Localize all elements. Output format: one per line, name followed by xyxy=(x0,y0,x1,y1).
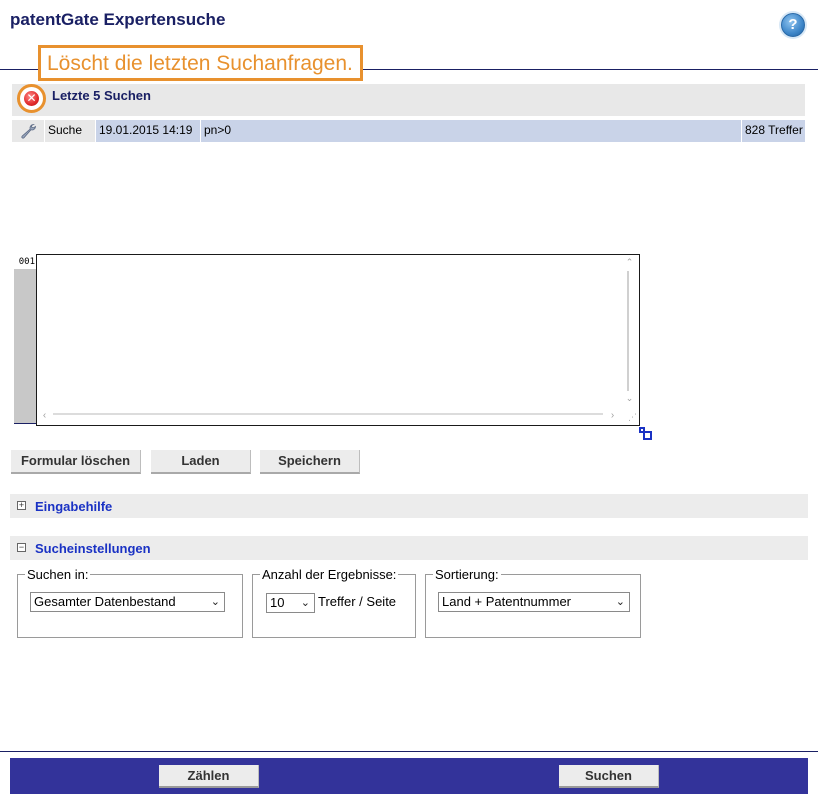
section-search-settings-label[interactable]: Sucheinstellungen xyxy=(35,541,151,556)
chevron-down-icon: ⌄ xyxy=(615,596,625,608)
query-editor[interactable]: ⌃ ⌄ ‹ › ⋰ xyxy=(36,254,640,426)
line-number-gutter: 001 xyxy=(14,255,36,424)
resize-grip-icon[interactable]: ⋰ xyxy=(625,411,637,423)
section-input-help[interactable]: + Eingabehilfe xyxy=(10,494,808,518)
vertical-scrollbar[interactable]: ⌃ ⌄ xyxy=(622,257,637,407)
scroll-left-icon[interactable]: ‹ xyxy=(39,410,50,421)
search-source-value: Gesamter Datenbestand xyxy=(34,594,176,609)
close-icon: ✕ xyxy=(24,91,39,106)
wrench-icon[interactable] xyxy=(20,123,36,139)
sort-group: Sortierung: Land + Patentnummer ⌄ xyxy=(425,567,641,638)
results-count-legend: Anzahl der Ergebnisse: xyxy=(260,567,399,582)
footer-divider xyxy=(0,751,818,752)
collapse-icon[interactable]: − xyxy=(17,543,26,552)
sort-select[interactable]: Land + Patentnummer ⌄ xyxy=(438,592,630,612)
recent-search-row[interactable]: Suche 19.01.2015 14:19 pn>0 828 Treffer xyxy=(12,120,805,142)
section-input-help-label[interactable]: Eingabehilfe xyxy=(35,499,112,514)
sort-value: Land + Patentnummer xyxy=(442,594,571,609)
app-title: patentGate Expertensuche xyxy=(10,10,226,29)
recent-searches-title: Letzte 5 Suchen xyxy=(52,88,151,103)
search-in-group: Suchen in: Gesamter Datenbestand ⌄ xyxy=(17,567,243,638)
expand-icon[interactable]: + xyxy=(17,501,26,510)
row-tool-cell xyxy=(12,120,44,142)
search-in-legend: Suchen in: xyxy=(25,567,91,582)
scroll-up-icon[interactable]: ⌃ xyxy=(624,257,635,268)
row-date[interactable]: 19.01.2015 14:19 xyxy=(96,120,200,142)
scroll-right-icon[interactable]: › xyxy=(607,410,618,421)
search-button[interactable]: Suchen xyxy=(559,765,659,788)
chevron-down-icon: ⌄ xyxy=(210,596,220,608)
results-count-group: Anzahl der Ergebnisse: 10 ⌄ Treffer / Se… xyxy=(252,567,416,638)
chevron-down-icon: ⌄ xyxy=(300,597,310,609)
resize-handle-icon[interactable] xyxy=(639,427,652,440)
vertical-scroll-thumb[interactable] xyxy=(627,271,629,391)
line-number: 001 xyxy=(14,255,36,269)
horizontal-scrollbar[interactable]: ‹ › xyxy=(39,408,621,423)
clear-form-button[interactable]: Formular löschen xyxy=(11,450,141,474)
scroll-down-icon[interactable]: ⌄ xyxy=(624,393,635,404)
help-icon[interactable]: ? xyxy=(781,13,805,37)
load-button[interactable]: Laden xyxy=(151,450,251,474)
results-per-page-label: Treffer / Seite xyxy=(318,594,397,609)
footer-bar: Zählen Suchen xyxy=(10,758,808,794)
tooltip: Löscht die letzten Suchanfragen. xyxy=(38,45,363,81)
results-count-value: 10 xyxy=(270,595,285,610)
delete-history-icon[interactable]: ✕ xyxy=(17,84,46,113)
search-source-select[interactable]: Gesamter Datenbestand ⌄ xyxy=(30,592,225,612)
row-query[interactable]: pn>0 xyxy=(201,120,741,142)
row-name[interactable]: Suche xyxy=(45,120,95,142)
row-hits[interactable]: 828 Treffer xyxy=(742,120,805,142)
save-button[interactable]: Speichern xyxy=(260,450,360,474)
count-button[interactable]: Zählen xyxy=(159,765,259,788)
sort-legend: Sortierung: xyxy=(433,567,501,582)
horizontal-scroll-thumb[interactable] xyxy=(53,413,603,415)
results-count-select[interactable]: 10 ⌄ xyxy=(266,593,315,613)
section-search-settings[interactable]: − Sucheinstellungen xyxy=(10,536,808,560)
